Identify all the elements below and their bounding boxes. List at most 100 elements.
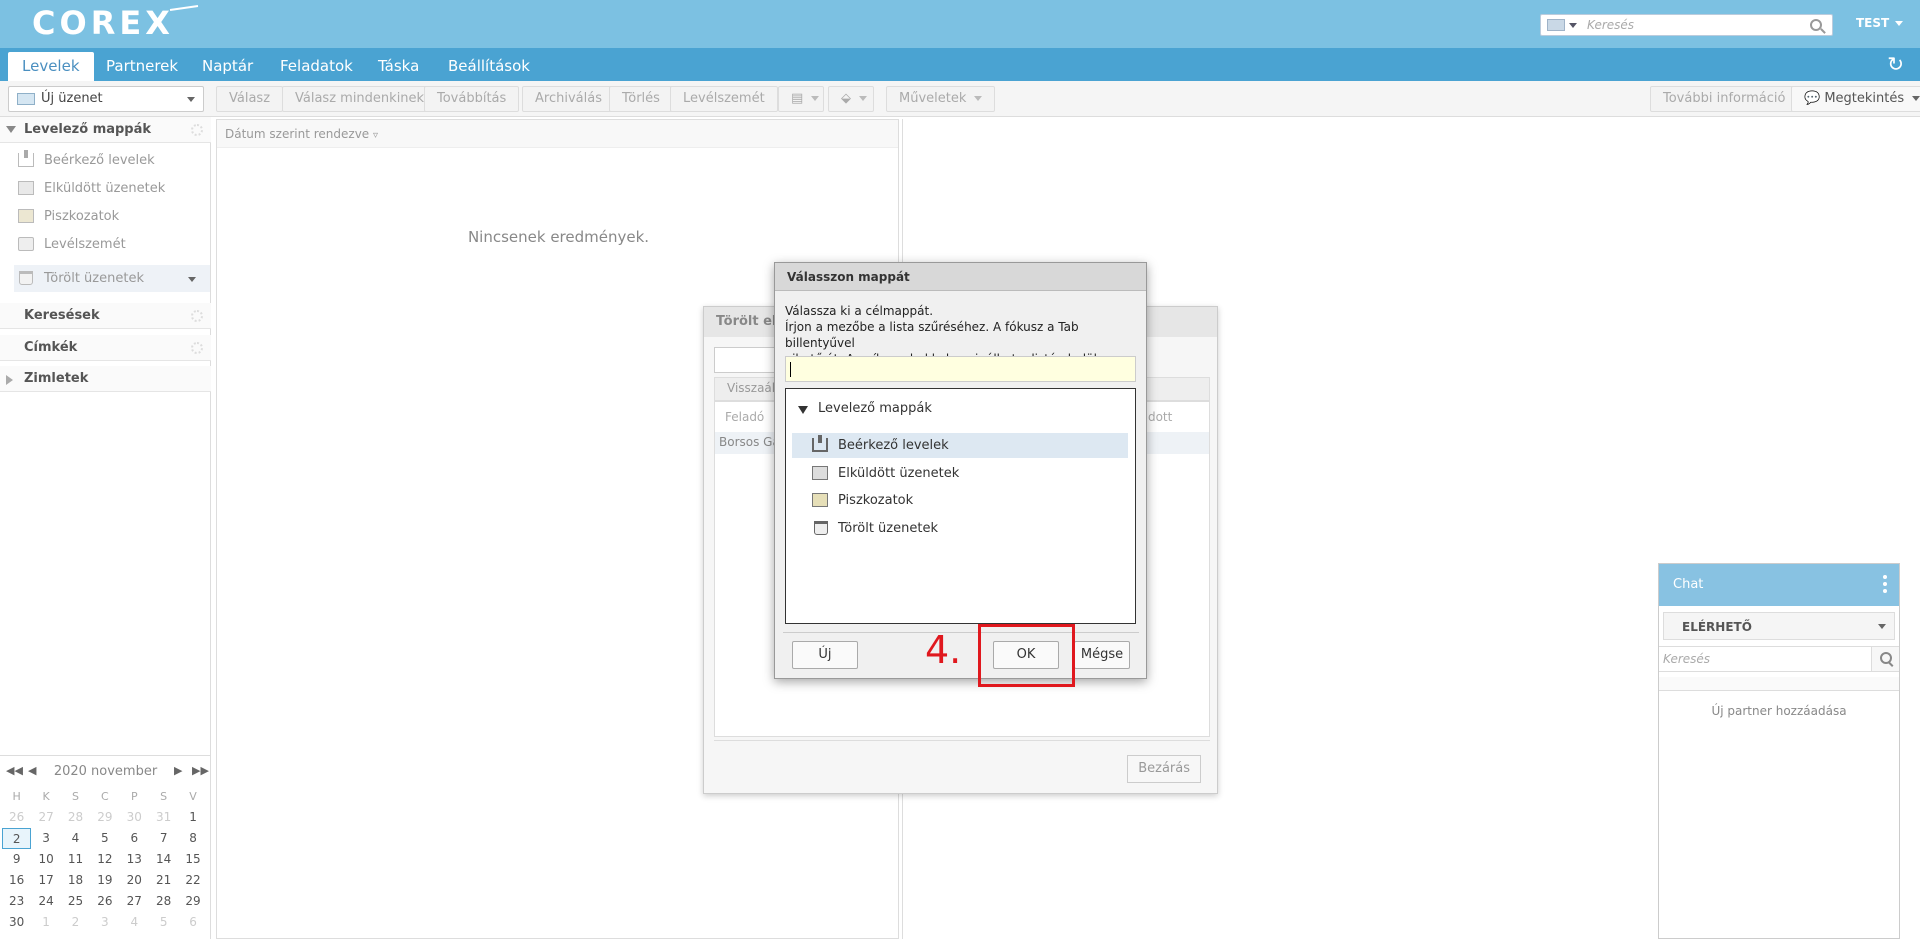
mail-folders-header[interactable]: Levelező mappák [0, 117, 211, 143]
cancel-button[interactable]: Mégse [1074, 641, 1130, 669]
sidebar-item-inbox[interactable]: Beérkező levelek [14, 147, 210, 174]
search-icon[interactable] [1871, 647, 1899, 671]
calendar-day[interactable]: 4 [61, 828, 90, 849]
calendar-day[interactable]: 28 [61, 807, 90, 828]
next-year-icon[interactable]: ▶▶ [192, 764, 209, 777]
calendar-day[interactable]: 1 [31, 912, 60, 933]
tab-restore[interactable]: Visszaáll [727, 381, 778, 395]
calendar-day[interactable]: 14 [149, 849, 178, 870]
tree-item-inbox[interactable]: Beérkező levelek [792, 433, 1128, 458]
gear-icon[interactable] [191, 124, 203, 136]
labels-header[interactable]: Címkék [0, 335, 211, 361]
spam-button[interactable]: Levélszemét [670, 86, 778, 112]
delete-button[interactable]: Törlés [609, 86, 673, 112]
calendar-day[interactable]: 3 [31, 828, 60, 849]
tree-item-drafts[interactable]: Piszkozatok [792, 488, 1128, 513]
new-folder-button[interactable]: Új [792, 641, 858, 669]
add-partner-link[interactable]: Új partner hozzáadása [1659, 704, 1899, 718]
calendar-day[interactable]: 4 [120, 912, 149, 933]
calendar-day[interactable]: 16 [2, 870, 31, 891]
gear-icon[interactable] [191, 342, 203, 354]
calendar-day[interactable]: 25 [61, 891, 90, 912]
calendar-day[interactable]: 26 [2, 807, 31, 828]
next-month-icon[interactable]: ▶ [174, 764, 182, 777]
calendar-day[interactable]: 9 [2, 849, 31, 870]
searches-header[interactable]: Keresések [0, 303, 211, 329]
calendar-day[interactable]: 1 [178, 807, 207, 828]
calendar-day[interactable]: 22 [178, 870, 207, 891]
zimlets-header[interactable]: Zimletek [0, 366, 211, 392]
calendar-day[interactable]: 24 [31, 891, 60, 912]
tree-item-sent[interactable]: Elküldött üzenetek [792, 461, 1128, 486]
calendar-day[interactable]: 29 [90, 807, 119, 828]
calendar-day[interactable]: 15 [178, 849, 207, 870]
chat-search-input[interactable]: Keresés [1659, 646, 1899, 672]
calendar-day[interactable]: 5 [149, 912, 178, 933]
calendar-day[interactable]: 19 [90, 870, 119, 891]
gear-icon[interactable] [191, 310, 203, 322]
calendar-day[interactable]: 6 [178, 912, 207, 933]
calendar-day[interactable]: 3 [90, 912, 119, 933]
calendar-day[interactable]: 12 [90, 849, 119, 870]
corex-logo[interactable]: COREX [30, 4, 200, 44]
tree-item-trash[interactable]: Törölt üzenetek [792, 516, 1128, 541]
reply-all-button[interactable]: Válasz mindenkinek [282, 86, 438, 112]
view-button[interactable]: 💬 Megtekintés [1791, 86, 1920, 112]
sidebar-item-drafts[interactable]: Piszkozatok [14, 203, 210, 230]
calendar-day[interactable]: 2 [61, 912, 90, 933]
sort-icon[interactable]: ▿ [373, 130, 378, 141]
chevron-down-icon[interactable] [1569, 22, 1577, 28]
calendar-day[interactable]: 13 [120, 849, 149, 870]
reply-button[interactable]: Válasz [216, 86, 284, 112]
calendar-day[interactable]: 8 [178, 828, 207, 849]
calendar-day[interactable]: 20 [120, 870, 149, 891]
chevron-down-icon[interactable] [187, 97, 195, 102]
calendar-day[interactable]: 29 [178, 891, 207, 912]
calendar-day-today[interactable]: 2 [2, 828, 32, 849]
actions-button[interactable]: Műveletek [886, 86, 996, 112]
tab-partnerek[interactable]: Partnerek [92, 52, 192, 81]
calendar-day[interactable]: 7 [149, 828, 178, 849]
tab-taska[interactable]: Táska [364, 52, 433, 81]
search-icon[interactable] [1810, 19, 1822, 31]
sidebar-item-trash[interactable]: Törölt üzenetek [14, 265, 210, 292]
mail-type-icon[interactable] [1547, 19, 1565, 31]
global-search-input[interactable]: Keresés [1540, 14, 1833, 36]
column-header-sender[interactable]: Feladó [725, 410, 764, 424]
chat-status-select[interactable]: ELÉRHETŐ [1663, 612, 1895, 640]
calendar-day[interactable]: 17 [31, 870, 60, 891]
user-menu[interactable]: TEST [1856, 16, 1904, 30]
tab-levelek[interactable]: Levelek [8, 52, 94, 81]
collapse-triangle-icon[interactable] [6, 126, 16, 133]
calendar-day[interactable]: 28 [149, 891, 178, 912]
calendar-day[interactable]: 26 [90, 891, 119, 912]
calendar-day[interactable]: 18 [61, 870, 90, 891]
sidebar-item-spam[interactable]: Levélszemét [14, 231, 210, 258]
calendar-day[interactable]: 27 [120, 891, 149, 912]
chat-header[interactable]: Chat [1659, 564, 1899, 606]
tab-beallitasok[interactable]: Beállítások [434, 52, 544, 81]
calendar-day[interactable]: 30 [2, 912, 31, 933]
folder-filter-input[interactable] [785, 356, 1136, 382]
new-message-button[interactable]: Új üzenet [8, 86, 204, 112]
close-button[interactable]: Bezárás [1127, 755, 1201, 783]
calendar-day[interactable]: 27 [31, 807, 60, 828]
tab-feladatok[interactable]: Feladatok [266, 52, 367, 81]
calendar-day[interactable]: 6 [120, 828, 149, 849]
print-button[interactable]: ▤ [778, 86, 824, 112]
collapse-triangle-icon[interactable] [798, 406, 808, 414]
calendar-day[interactable]: 31 [149, 807, 178, 828]
calendar-day[interactable]: 5 [90, 828, 119, 849]
chevron-down-icon[interactable] [188, 277, 196, 282]
forward-button[interactable]: Továbbítás [424, 86, 520, 112]
tree-root-mail-folders[interactable]: Levelező mappák [798, 401, 932, 416]
tag-button[interactable]: ⬙ [828, 86, 874, 112]
calendar-day[interactable]: 11 [61, 849, 90, 870]
expand-triangle-icon[interactable] [6, 375, 13, 385]
refresh-icon[interactable]: ↻ [1887, 54, 1904, 74]
calendar-day[interactable]: 23 [2, 891, 31, 912]
more-info-button[interactable]: További információ [1650, 86, 1799, 112]
calendar-day[interactable]: 10 [31, 849, 60, 870]
sidebar-item-sent[interactable]: Elküldött üzenetek [14, 175, 210, 202]
archive-button[interactable]: Archiválás [522, 86, 615, 112]
